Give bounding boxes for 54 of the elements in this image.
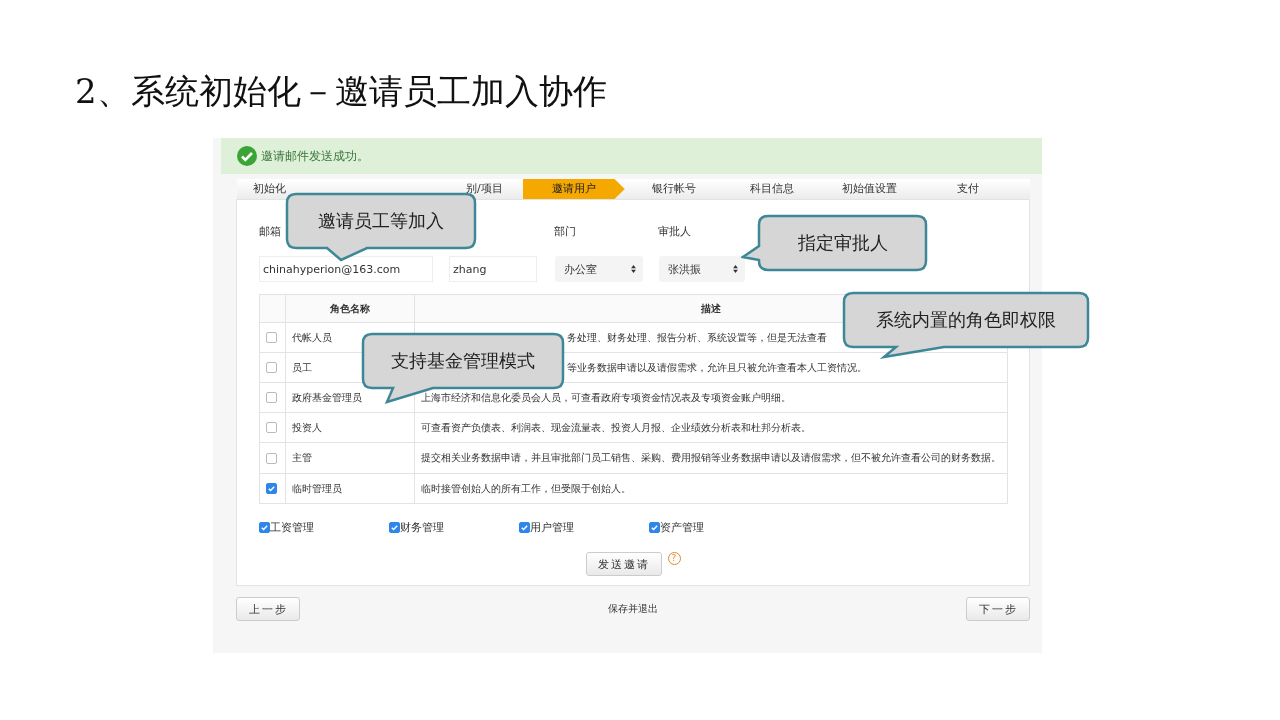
module-checkbox[interactable] [519,522,530,533]
sort-arrows-icon [733,265,738,273]
role-description: 可查看资产负债表、利润表、现金流量表、投资人月报、企业绩效分析表和杜邦分析表。 [421,421,811,433]
approver-select[interactable]: 张洪振 [659,256,745,282]
module-label: 用户管理 [530,520,574,535]
field-label: 部门 [554,224,576,239]
alert-message: 邀请邮件发送成功。 [261,147,369,165]
wizard-step-tab[interactable]: 邀请用户 [522,179,625,199]
role-checkbox[interactable] [266,483,277,495]
wizard-step-tab[interactable]: 支付 [918,179,1017,199]
role-name: 投资人 [292,421,322,433]
module-label: 资产管理 [660,520,704,535]
field-label: 邮箱 [259,224,281,239]
wizard-step-tab[interactable]: 初始化 [253,179,286,199]
check-circle-icon [237,146,257,166]
module-label: 财务管理 [400,520,444,535]
save-exit-link[interactable]: 保存并退出 [608,602,658,616]
role-name: 员工 [292,361,312,373]
callout-text: 指定审批人 [796,231,889,255]
module-checkbox[interactable] [389,522,400,533]
role-checkbox[interactable] [266,362,277,374]
name-field[interactable]: zhang [449,256,537,282]
wizard-step-tab[interactable]: 初始值设置 [820,179,919,199]
role-checkbox[interactable] [266,332,277,344]
role-checkbox[interactable] [266,422,277,434]
role-name: 代帐人员 [292,331,332,343]
role-name: 政府基金管理员 [292,391,362,403]
role-description: 等业务数据申请以及请假需求，允许且只被允许查看本人工资情况。 [567,361,867,373]
email-field[interactable]: chinahyperion@163.com [259,256,433,282]
wizard-step-tab[interactable]: 科目信息 [722,179,821,199]
module-checkbox[interactable] [649,522,660,533]
field-label: 审批人 [658,224,691,239]
role-name: 主管 [292,452,312,463]
role-description: 提交相关业务数据申请，并且审批部门员工销售、采购、费用报销等业务数据申请以及请假需求，但不被允许查看公司的财务数据。 [421,452,1001,463]
wizard-step-tab[interactable]: 银行帐号 [624,179,723,199]
department-select[interactable]: 办公室 [555,256,643,282]
role-description: 务处理、财务处理、报告分析、系统设置等，但是无法查看 [567,331,827,343]
role-description: 上海市经济和信息化委员会人员，可查看政府专项资金情况表及专项资金账户明细。 [421,391,791,403]
callout-text: 支持基金管理模式 [390,349,536,373]
slide-title: 2、系统初始化－邀请员工加入协作 [74,70,608,113]
previous-step-button[interactable]: 上一步 [236,597,300,621]
send-invite-button[interactable]: 发送邀请 [585,552,662,576]
module-checkbox[interactable] [259,522,270,533]
role-checkbox[interactable] [266,392,277,404]
role-name: 临时管理员 [292,482,342,494]
callout-text: 系统内置的角色即权限 [875,308,1057,332]
role-checkbox[interactable] [266,452,277,464]
column-header: 角色名称 [285,294,415,323]
callout-text: 邀请员工等加入 [317,209,445,233]
wizard-step-tab[interactable]: 别/项目 [466,179,503,199]
role-description: 临时接管创始人的所有工作，但受限于创始人。 [421,482,631,494]
module-label: 工资管理 [270,520,314,535]
sort-arrows-icon [631,265,636,273]
next-step-button[interactable]: 下一步 [966,597,1030,621]
